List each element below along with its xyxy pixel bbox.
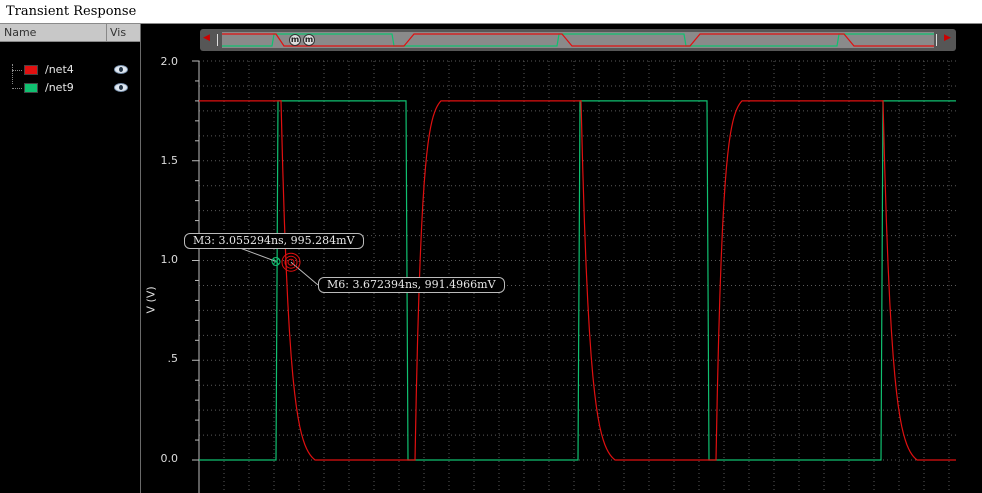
y-tick-label: 1.0 (160, 253, 179, 266)
marker-leader-m6 (290, 261, 319, 286)
waveform-plot[interactable] (0, 0, 982, 493)
marker-leader-m3 (239, 247, 277, 262)
y-tick-label: .5 (167, 352, 179, 365)
marker-label-m3[interactable]: M3: 3.055294ns, 995.284mV (184, 233, 364, 249)
y-axis-label: V (V) (144, 286, 158, 314)
y-tick-label: 1.5 (160, 154, 179, 167)
y-tick-label: 2.0 (160, 55, 179, 68)
marker-label-m6[interactable]: M6: 3.672394ns, 991.4966mV (318, 277, 505, 293)
y-tick-label: 0.0 (160, 452, 179, 465)
